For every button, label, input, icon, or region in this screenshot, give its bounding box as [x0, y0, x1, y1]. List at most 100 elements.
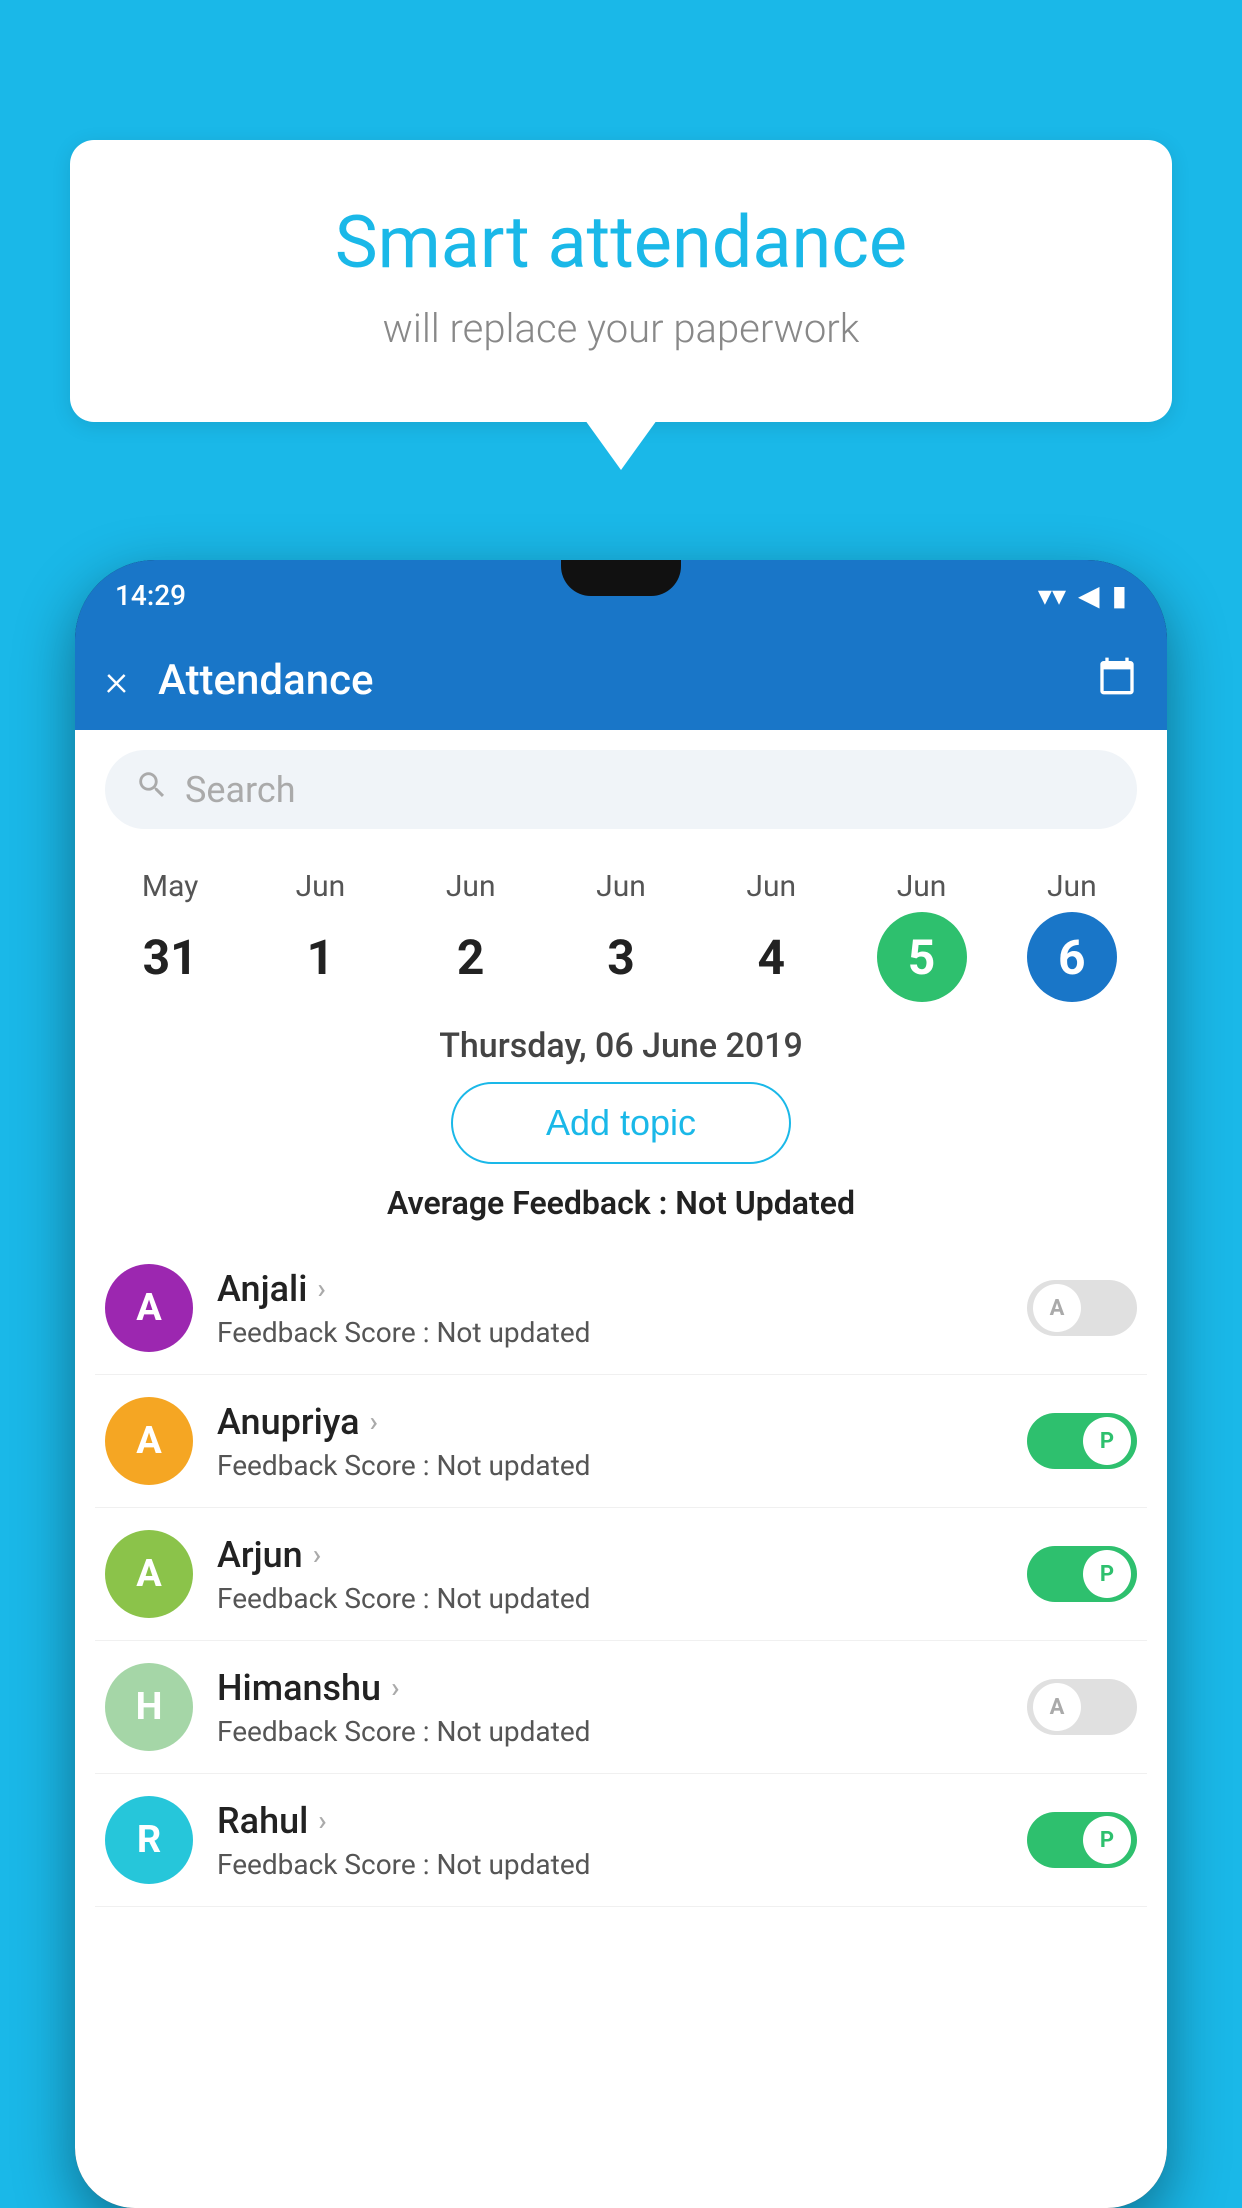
student-name-text: Himanshu — [217, 1667, 381, 1709]
status-time: 14:29 — [115, 579, 186, 612]
signal-icon: ◀ — [1078, 579, 1100, 612]
cal-day-num: 6 — [1027, 912, 1117, 1002]
feedback-label: Feedback Score : — [217, 1449, 429, 1482]
status-icons: ▾▾ ◀ ▮ — [1038, 579, 1127, 612]
avg-feedback: Average Feedback : Not Updated — [75, 1184, 1167, 1222]
search-icon — [135, 768, 169, 811]
attendance-toggle[interactable]: P — [1027, 1413, 1137, 1469]
student-name: Himanshu › — [217, 1667, 1027, 1709]
feedback-value: Not updated — [436, 1449, 590, 1482]
student-info: Anjali › Feedback Score : Not updated — [217, 1268, 1027, 1349]
student-info: Arjun › Feedback Score : Not updated — [217, 1534, 1027, 1615]
cal-day-num: 3 — [576, 912, 666, 1002]
close-button[interactable]: × — [105, 654, 128, 706]
student-avatar: A — [105, 1264, 193, 1352]
chevron-right-icon: › — [313, 1538, 321, 1571]
phone-frame: 14:29 ▾▾ ◀ ▮ × Attendance Search — [75, 560, 1167, 2208]
cal-day-num: 2 — [426, 912, 516, 1002]
search-bar: Search — [75, 730, 1167, 849]
wifi-icon: ▾▾ — [1038, 579, 1066, 612]
calendar-day[interactable]: Jun 6 — [1022, 869, 1122, 1002]
student-name: Arjun › — [217, 1534, 1027, 1576]
avg-feedback-label: Average Feedback : — [387, 1184, 667, 1222]
feedback-score: Feedback Score : Not updated — [217, 1715, 1027, 1748]
phone-notch — [561, 560, 681, 596]
toggle-knob: P — [1083, 1550, 1131, 1598]
student-info: Himanshu › Feedback Score : Not updated — [217, 1667, 1027, 1748]
bubble-subtitle: will replace your paperwork — [130, 305, 1112, 352]
feedback-label: Feedback Score : — [217, 1316, 429, 1349]
feedback-value: Not updated — [436, 1582, 590, 1615]
calendar-day[interactable]: Jun 1 — [270, 869, 370, 1002]
toggle-knob: P — [1083, 1417, 1131, 1465]
chevron-right-icon: › — [318, 1804, 326, 1837]
attendance-toggle[interactable]: P — [1027, 1812, 1137, 1868]
cal-month-label: May — [142, 869, 198, 904]
add-topic-button[interactable]: Add topic — [451, 1082, 791, 1164]
feedback-score: Feedback Score : Not updated — [217, 1449, 1027, 1482]
chevron-right-icon: › — [391, 1671, 399, 1704]
feedback-score: Feedback Score : Not updated — [217, 1848, 1027, 1881]
student-name: Rahul › — [217, 1800, 1027, 1842]
student-name: Anupriya › — [217, 1401, 1027, 1443]
student-name-text: Arjun — [217, 1534, 303, 1576]
student-item[interactable]: A Arjun › Feedback Score : Not updated P — [95, 1508, 1147, 1641]
cal-day-num: 1 — [275, 912, 365, 1002]
calendar-row: May 31 Jun 1 Jun 2 Jun 3 Jun 4 Jun 5 Jun 6 — [75, 849, 1167, 1002]
selected-date: Thursday, 06 June 2019 — [75, 1002, 1167, 1082]
calendar-day[interactable]: Jun 2 — [421, 869, 521, 1002]
student-name-text: Anjali — [217, 1268, 307, 1310]
bubble-title: Smart attendance — [130, 200, 1112, 285]
attendance-toggle[interactable]: P — [1027, 1546, 1137, 1602]
cal-day-num: 4 — [726, 912, 816, 1002]
student-item[interactable]: HHimanshu›Feedback Score : Not updatedA — [95, 1641, 1147, 1774]
feedback-value: Not updated — [436, 1316, 590, 1349]
student-name-text: Rahul — [217, 1800, 308, 1842]
cal-month-label: Jun — [446, 869, 496, 904]
student-item[interactable]: AAnjali›Feedback Score : Not updatedA — [95, 1242, 1147, 1375]
calendar-day[interactable]: Jun 4 — [721, 869, 821, 1002]
feedback-value: Not updated — [436, 1848, 590, 1881]
battery-icon: ▮ — [1112, 579, 1127, 612]
cal-month-label: Jun — [746, 869, 796, 904]
student-name: Anjali › — [217, 1268, 1027, 1310]
feedback-score: Feedback Score : Not updated — [217, 1316, 1027, 1349]
student-avatar: A — [105, 1397, 193, 1485]
cal-month-label: Jun — [596, 869, 646, 904]
student-item[interactable]: R Rahul › Feedback Score : Not updated P — [95, 1774, 1147, 1907]
feedback-value: Not updated — [436, 1715, 590, 1748]
student-info: Rahul › Feedback Score : Not updated — [217, 1800, 1027, 1881]
app-bar: × Attendance — [75, 630, 1167, 730]
calendar-day[interactable]: May 31 — [120, 869, 220, 1002]
search-input-container[interactable]: Search — [105, 750, 1137, 829]
student-item[interactable]: A Anupriya › Feedback Score : Not updated P — [95, 1375, 1147, 1508]
cal-day-num: 31 — [125, 912, 215, 1002]
cal-month-label: Jun — [1047, 869, 1097, 904]
chevron-right-icon: › — [370, 1405, 378, 1438]
toggle-knob: A — [1033, 1284, 1081, 1332]
speech-bubble: Smart attendance will replace your paper… — [70, 140, 1172, 422]
toggle-knob: P — [1083, 1816, 1131, 1864]
avg-feedback-value: Not Updated — [675, 1184, 855, 1222]
chevron-right-icon: › — [317, 1272, 325, 1305]
student-list: AAnjali›Feedback Score : Not updatedAAAn… — [75, 1242, 1167, 1907]
student-info: Anupriya › Feedback Score : Not updated — [217, 1401, 1027, 1482]
cal-month-label: Jun — [897, 869, 947, 904]
cal-month-label: Jun — [296, 869, 346, 904]
student-avatar: R — [105, 1796, 193, 1884]
calendar-day[interactable]: Jun 5 — [872, 869, 972, 1002]
student-name-text: Anupriya — [217, 1401, 360, 1443]
attendance-toggle[interactable]: A — [1027, 1280, 1137, 1336]
screen-content: Search May 31 Jun 1 Jun 2 Jun 3 Jun 4 Jun 5 Jun 6 Thu… — [75, 730, 1167, 2208]
cal-day-num: 5 — [877, 912, 967, 1002]
toggle-knob: A — [1033, 1683, 1081, 1731]
attendance-toggle[interactable]: A — [1027, 1679, 1137, 1735]
speech-bubble-container: Smart attendance will replace your paper… — [70, 140, 1172, 422]
calendar-icon[interactable] — [1097, 656, 1137, 705]
feedback-label: Feedback Score : — [217, 1715, 429, 1748]
student-avatar: H — [105, 1663, 193, 1751]
student-avatar: A — [105, 1530, 193, 1618]
app-bar-title: Attendance — [158, 656, 1097, 705]
feedback-score: Feedback Score : Not updated — [217, 1582, 1027, 1615]
calendar-day[interactable]: Jun 3 — [571, 869, 671, 1002]
